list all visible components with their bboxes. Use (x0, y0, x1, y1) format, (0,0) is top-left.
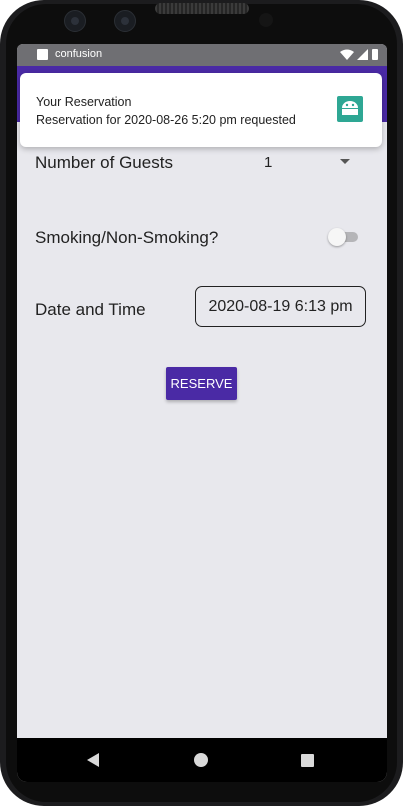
back-icon[interactable] (87, 753, 99, 767)
dropdown-arrow-icon[interactable] (340, 159, 350, 164)
switch-thumb (328, 228, 346, 246)
smoking-switch[interactable] (328, 228, 360, 246)
status-icons (340, 49, 378, 60)
status-bar: confusion (17, 44, 387, 66)
notification-text: Reservation for 2020-08-26 5:20 pm reque… (36, 113, 296, 127)
phone-frame: confusion Number of Guests 1 Smoking/Non… (0, 0, 403, 806)
android-app-icon (337, 96, 363, 122)
wifi-icon (340, 49, 354, 60)
earpiece-speaker (155, 3, 249, 14)
navigation-bar (17, 738, 387, 782)
smoking-label: Smoking/Non-Smoking? (35, 228, 219, 247)
guests-label: Number of Guests (35, 153, 173, 172)
proximity-sensor (259, 13, 273, 27)
recents-icon[interactable] (301, 754, 314, 767)
status-app-name: confusion (55, 48, 103, 60)
front-camera-icon (114, 10, 136, 32)
notification-title: Your Reservation (36, 95, 132, 109)
cellular-signal-icon (357, 49, 368, 60)
battery-icon (372, 49, 378, 60)
date-time-label: Date and Time (35, 300, 146, 319)
front-camera-icon (64, 10, 86, 32)
app-screen: confusion Number of Guests 1 Smoking/Non… (17, 44, 387, 782)
guests-spinner-value[interactable]: 1 (264, 154, 272, 171)
heads-up-notification[interactable]: Your Reservation Reservation for 2020-08… (20, 73, 382, 147)
reserve-button[interactable]: RESERVE (166, 367, 237, 400)
app-notification-icon (37, 49, 48, 60)
home-icon[interactable] (194, 753, 208, 767)
date-time-button[interactable]: 2020-08-19 6:13 pm (195, 286, 366, 327)
